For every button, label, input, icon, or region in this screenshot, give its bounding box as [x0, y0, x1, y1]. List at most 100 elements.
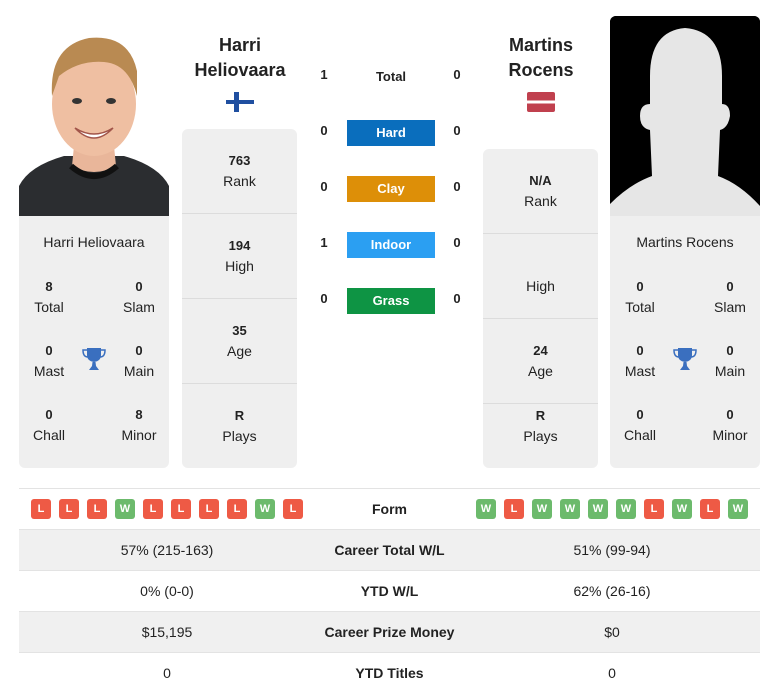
value: 0 — [135, 343, 143, 358]
player2-value: 62% (26-16) — [573, 583, 651, 599]
label: Main — [714, 363, 746, 379]
player1-portrait-image — [19, 16, 169, 216]
form-loss-badge[interactable]: L — [31, 499, 51, 519]
form-win-badge[interactable]: W — [728, 499, 748, 519]
h2h-clay-p2: 0 — [453, 179, 461, 194]
player1-form: LLLWLLLLWL — [19, 499, 315, 519]
value: 0 — [726, 343, 734, 358]
surface-indoor-button[interactable]: Indoor — [347, 232, 435, 258]
label: Total — [34, 299, 64, 315]
form-loss-badge[interactable]: L — [283, 499, 303, 519]
player1-slam-titles: 0 Slam — [109, 277, 169, 317]
value: 194 — [228, 238, 251, 253]
last-name: Rocens — [508, 60, 574, 80]
value: R — [535, 408, 546, 423]
table-row: 0% (0-0) YTD W/L 62% (26-16) — [19, 570, 760, 611]
player1-name-label: Harri Heliovaara — [43, 234, 145, 250]
player1-mast-titles: 0 Mast — [19, 341, 79, 381]
form-win-badge[interactable]: W — [560, 499, 580, 519]
player1-chall-titles: 0 Chall — [19, 405, 79, 445]
form-loss-badge[interactable]: L — [504, 499, 524, 519]
label: Mast — [624, 363, 656, 379]
form-loss-badge[interactable]: L — [227, 499, 247, 519]
player2-total-titles: 0 Total — [610, 277, 670, 317]
player1-photo[interactable] — [19, 16, 169, 216]
player1-rank: 763 Rank — [182, 129, 297, 214]
player2-age: 24 Age — [483, 319, 598, 404]
form-loss-badge[interactable]: L — [644, 499, 664, 519]
label: Plays — [222, 428, 257, 444]
form-win-badge[interactable]: W — [588, 499, 608, 519]
surface-hard-button[interactable]: Hard — [347, 120, 435, 146]
label: Chall — [33, 427, 65, 443]
player2-value: 51% (99-94) — [573, 542, 651, 558]
h2h-grass-p1: 0 — [320, 291, 328, 306]
form-win-badge[interactable]: W — [616, 499, 636, 519]
player2-name-heading[interactable]: Martins Rocens — [471, 33, 611, 83]
label: Total — [625, 299, 655, 315]
label: Plays — [523, 428, 558, 444]
label: Mast — [33, 363, 65, 379]
player1-info-column: 763 Rank 194 High 35 Age R Plays — [182, 129, 297, 468]
form-win-badge[interactable]: W — [115, 499, 135, 519]
player2-mast-titles: 0 Mast — [610, 341, 670, 381]
player1-high: 194 High — [182, 214, 297, 299]
h2h-grass-p2: 0 — [453, 291, 461, 306]
label: High — [526, 278, 555, 294]
table-row: $15,195 Career Prize Money $0 — [19, 611, 760, 652]
value: 0 — [636, 407, 644, 422]
player1-titles-card: Harri Heliovaara 8 Total 0 Slam 0 Mast 0 Mai… — [19, 216, 169, 468]
player1-value: 0% (0-0) — [140, 583, 194, 599]
value: 35 — [232, 323, 247, 338]
value: 0 — [726, 279, 734, 294]
label: High — [225, 258, 254, 274]
value: 24 — [533, 343, 548, 358]
player1-main-titles: 0 Main — [109, 341, 169, 381]
form-loss-badge[interactable]: L — [87, 499, 107, 519]
h2h-indoor-p2: 0 — [453, 235, 461, 250]
label: Minor — [121, 427, 157, 443]
player2-photo[interactable] — [610, 16, 760, 216]
value: 8 — [45, 279, 53, 294]
form-loss-badge[interactable]: L — [700, 499, 720, 519]
player2-high: High — [483, 234, 598, 319]
h2h-hard-p1: 0 — [320, 123, 328, 138]
form-loss-badge[interactable]: L — [143, 499, 163, 519]
player2-chall-titles: 0 Chall — [610, 405, 670, 445]
surface-clay-button[interactable]: Clay — [347, 176, 435, 202]
comparison-table: LLLWLLLLWL Form WLWWWWLWLW 57% (215-163)… — [19, 488, 760, 693]
player2-silhouette-image — [610, 16, 760, 216]
table-row: 57% (215-163) Career Total W/L 51% (99-9… — [19, 529, 760, 570]
player1-plays: R Plays — [182, 384, 297, 468]
label: Slam — [123, 299, 155, 315]
value: 0 — [636, 343, 644, 358]
player1-name-heading[interactable]: Harri Heliovaara — [170, 33, 310, 83]
form-loss-badge[interactable]: L — [199, 499, 219, 519]
label: Age — [528, 363, 553, 379]
player2-value: $0 — [604, 624, 620, 640]
first-name: Martins — [508, 35, 573, 55]
surface-grass-button[interactable]: Grass — [347, 288, 435, 314]
player2-titles-card: Martins Rocens 0 Total 0 Slam 0 Mast 0 Main … — [610, 216, 760, 468]
player1-value: $15,195 — [141, 624, 193, 640]
form-win-badge[interactable]: W — [672, 499, 692, 519]
player2-name-label: Martins Rocens — [636, 234, 734, 250]
form-win-badge[interactable]: W — [255, 499, 275, 519]
form-label: Form — [372, 501, 407, 517]
label: Age — [227, 343, 252, 359]
player1-total-titles: 8 Total — [19, 277, 79, 317]
form-win-badge[interactable]: W — [476, 499, 496, 519]
row-label: YTD Titles — [355, 665, 424, 681]
form-loss-badge[interactable]: L — [171, 499, 191, 519]
row-label: YTD W/L — [360, 583, 419, 599]
player1-value: 0 — [163, 665, 171, 681]
h2h-hard-p2: 0 — [453, 123, 461, 138]
last-name: Heliovaara — [194, 60, 286, 80]
trophy-icon — [82, 348, 106, 370]
form-win-badge[interactable]: W — [532, 499, 552, 519]
value: 0 — [135, 279, 143, 294]
row-label: Career Prize Money — [324, 624, 455, 640]
value: 0 — [45, 343, 53, 358]
form-loss-badge[interactable]: L — [59, 499, 79, 519]
trophy-icon — [673, 348, 697, 370]
